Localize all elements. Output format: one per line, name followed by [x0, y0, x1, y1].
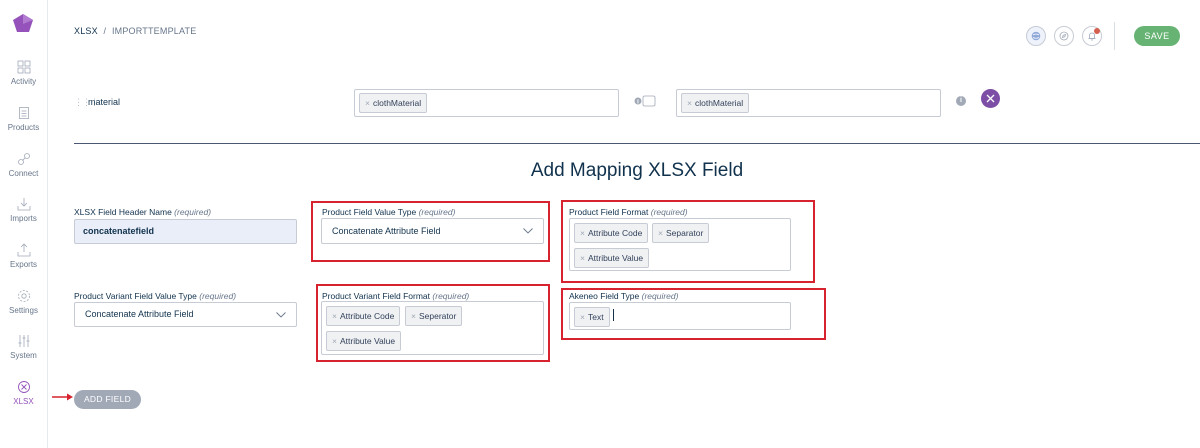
- sidebar-item-settings[interactable]: Settings: [0, 289, 47, 315]
- sidebar-item-products[interactable]: Products: [0, 106, 47, 132]
- akeneo-type-label: Akeneo Field Type (required): [569, 291, 679, 301]
- xlsx-icon: [17, 381, 30, 393]
- catalog-locale-button[interactable]: [1026, 26, 1046, 46]
- breadcrumb-root[interactable]: XLSX: [74, 26, 98, 36]
- tag-chip[interactable]: × Attribute Code: [574, 223, 649, 243]
- value-type-label: Product Field Value Type (required): [322, 207, 456, 217]
- variant-value-type-select[interactable]: Concatenate Attribute Field: [74, 302, 297, 327]
- notifications-button[interactable]: [1082, 26, 1102, 46]
- remove-tag-icon[interactable]: ×: [580, 253, 585, 263]
- chevron-down-icon: [523, 228, 533, 234]
- system-icon: [18, 335, 29, 347]
- akeneo-type-tags[interactable]: × Text: [569, 302, 791, 330]
- mapping-row-label: material: [88, 97, 121, 107]
- help-button[interactable]: [1054, 26, 1074, 46]
- variant-format-label: Product Variant Field Format (required): [322, 291, 470, 301]
- tag-chip[interactable]: × Attribute Value: [326, 331, 402, 351]
- info-icon: i: [956, 96, 966, 106]
- sidebar-item-label: Products: [7, 123, 40, 132]
- remove-tag-icon[interactable]: ×: [332, 311, 337, 321]
- tag-chip[interactable]: × Separator: [652, 223, 710, 243]
- connect-icon: [17, 153, 30, 165]
- akeneo-logo-icon[interactable]: [11, 12, 35, 36]
- breadcrumb-separator: /: [103, 26, 107, 36]
- breadcrumb: XLSX / IMPORTTEMPLATE: [74, 26, 196, 36]
- notification-badge: [1094, 28, 1100, 34]
- page-title: Add Mapping XLSX Field: [530, 160, 744, 181]
- imports-icon: [17, 198, 30, 211]
- variant-format-tags[interactable]: × Attribute Code × Seperator × Attribute Va…: [321, 301, 544, 355]
- exports-icon: [17, 243, 30, 257]
- sidebar-item-label: Exports: [9, 260, 38, 269]
- remove-tag-icon[interactable]: ×: [687, 98, 692, 108]
- header-name-input[interactable]: concatenatefield: [74, 219, 297, 244]
- tag-chip[interactable]: × clothMaterial: [681, 93, 750, 113]
- sidebar-item-label: Settings: [9, 306, 38, 315]
- sidebar-item-label: Connect: [8, 169, 39, 178]
- activity-icon: [17, 60, 30, 74]
- globe-icon: [1031, 31, 1041, 41]
- breadcrumb-current: IMPORTTEMPLATE: [111, 26, 197, 36]
- remove-tag-icon[interactable]: ×: [365, 98, 370, 108]
- format-tags[interactable]: × Attribute Code × Separator × Attribute Va…: [569, 218, 791, 271]
- header-name-label: XLSX Field Header Name (required): [74, 207, 212, 217]
- remove-tag-icon[interactable]: ×: [332, 336, 337, 346]
- source-field-tags[interactable]: × clothMaterial: [354, 89, 619, 117]
- target-field-tags[interactable]: × clothMaterial: [676, 89, 941, 117]
- remove-tag-icon[interactable]: ×: [580, 228, 585, 238]
- products-icon: [18, 107, 29, 119]
- remove-tag-icon[interactable]: ×: [411, 311, 416, 321]
- sidebar: Activity Products Connect Imports Export…: [0, 0, 48, 448]
- sidebar-item-activity[interactable]: Activity: [0, 60, 47, 86]
- arrow-right-icon: [52, 393, 73, 401]
- add-field-button[interactable]: ADD FIELD: [74, 390, 141, 409]
- header-divider: [1114, 22, 1115, 50]
- settings-icon: [17, 290, 30, 302]
- save-button[interactable]: SAVE: [1134, 26, 1180, 46]
- text-caret: [613, 309, 614, 321]
- remove-tag-icon[interactable]: ×: [658, 228, 663, 238]
- section-divider: [74, 143, 1200, 144]
- variant-value-type-label: Product Variant Field Value Type (requir…: [74, 291, 237, 301]
- sidebar-item-xlsx[interactable]: XLSX: [0, 380, 47, 406]
- tag-chip[interactable]: × clothMaterial: [359, 93, 428, 113]
- sidebar-item-system[interactable]: System: [0, 334, 47, 360]
- tag-chip[interactable]: × Attribute Code: [326, 306, 401, 326]
- toggle-switch-icon[interactable]: i: [634, 95, 656, 107]
- format-label: Product Field Format (required): [569, 207, 688, 217]
- sidebar-item-label: Imports: [10, 214, 37, 223]
- sidebar-item-label: System: [10, 351, 37, 360]
- remove-mapping-button[interactable]: [981, 89, 1000, 108]
- value-type-select[interactable]: Concatenate Attribute Field: [321, 218, 544, 244]
- sidebar-item-connect[interactable]: Connect: [0, 152, 47, 178]
- chevron-down-icon: [276, 311, 286, 318]
- tag-chip[interactable]: × Seperator: [405, 306, 463, 326]
- tag-chip[interactable]: × Text: [574, 307, 610, 327]
- sidebar-item-imports[interactable]: Imports: [0, 197, 47, 223]
- sidebar-item-label: XLSX: [13, 397, 34, 406]
- close-icon: [986, 94, 995, 103]
- remove-tag-icon[interactable]: ×: [580, 312, 585, 322]
- sidebar-item-exports[interactable]: Exports: [0, 243, 47, 269]
- compass-icon: [1059, 31, 1069, 41]
- tag-chip[interactable]: × Attribute Value: [574, 248, 650, 268]
- sidebar-item-label: Activity: [10, 77, 37, 86]
